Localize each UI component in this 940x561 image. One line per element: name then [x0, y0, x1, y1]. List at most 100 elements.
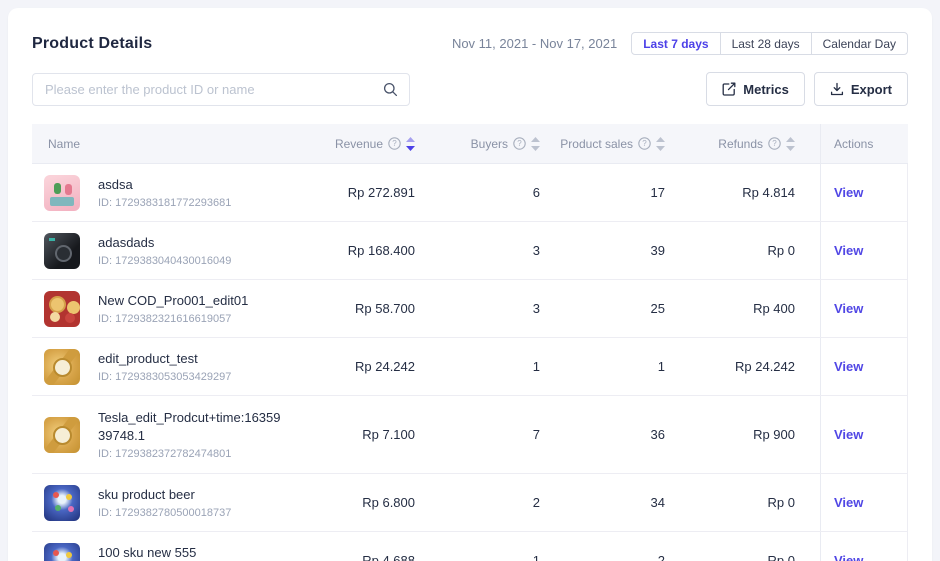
revenue-value: Rp 4.688: [295, 553, 415, 561]
product-sales-value: 17: [540, 185, 665, 200]
view-link[interactable]: View: [834, 359, 863, 374]
refunds-value: Rp 24.242: [665, 359, 820, 374]
product-thumbnail: [44, 543, 80, 561]
revenue-value: Rp 58.700: [295, 301, 415, 316]
column-label-refunds: Refunds: [718, 137, 763, 151]
column-header-product-sales[interactable]: Product sales ?: [540, 137, 665, 151]
view-link[interactable]: View: [834, 185, 863, 200]
metrics-button[interactable]: Metrics: [706, 72, 805, 106]
buyers-value: 7: [415, 427, 540, 442]
product-id: ID: 1729383040430016049: [98, 255, 231, 267]
export-button-label: Export: [851, 82, 892, 97]
range-last-28-days[interactable]: Last 28 days: [720, 32, 812, 55]
export-button[interactable]: Export: [814, 72, 908, 106]
table-header: Name Revenue ? Buyers ?: [32, 124, 908, 164]
view-link[interactable]: View: [834, 243, 863, 258]
product-name: sku product beer: [98, 486, 231, 504]
buyers-value: 2: [415, 495, 540, 510]
product-name: edit_product_test: [98, 350, 231, 368]
refunds-value: Rp 0: [665, 553, 820, 561]
search-icon[interactable]: [383, 82, 398, 97]
toolbar-buttons: Metrics Export: [706, 72, 908, 106]
revenue-value: Rp 168.400: [295, 243, 415, 258]
toolbar: Metrics Export: [8, 72, 932, 106]
sort-control-revenue[interactable]: [406, 137, 415, 151]
help-icon[interactable]: ?: [513, 137, 526, 150]
product-name: Tesla_edit_Prodcut+time:1635939748.1: [98, 409, 281, 444]
refunds-value: Rp 900: [665, 427, 820, 442]
revenue-value: Rp 272.891: [295, 185, 415, 200]
table-row: New COD_Pro001_edit01 ID: 17293823216166…: [32, 280, 908, 338]
table-row: sku product beer ID: 1729382780500018737…: [32, 474, 908, 532]
svg-text:?: ?: [772, 139, 777, 148]
sort-control-refunds[interactable]: [786, 137, 795, 151]
range-calendar-day[interactable]: Calendar Day: [811, 32, 908, 55]
revenue-value: Rp 6.800: [295, 495, 415, 510]
buyers-value: 6: [415, 185, 540, 200]
date-range-switcher: Last 7 days Last 28 days Calendar Day: [631, 32, 908, 55]
table-row: asdsa ID: 1729383181772293681 Rp 272.891…: [32, 164, 908, 222]
column-header-revenue[interactable]: Revenue ?: [295, 137, 415, 151]
table-row: adasdads ID: 1729383040430016049 Rp 168.…: [32, 222, 908, 280]
product-id: ID: 1729382372782474801: [98, 448, 281, 460]
product-name: 100 sku new 555: [98, 544, 231, 561]
column-label-actions: Actions: [834, 137, 873, 151]
column-header-name: Name: [32, 137, 295, 151]
product-id: ID: 1729382780500018737: [98, 507, 231, 519]
buyers-value: 3: [415, 243, 540, 258]
help-icon[interactable]: ?: [768, 137, 781, 150]
page-title: Product Details: [32, 35, 152, 53]
column-header-buyers[interactable]: Buyers ?: [415, 137, 540, 151]
table-row: 100 sku new 555 ID: 1729382780500018738 …: [32, 532, 908, 561]
column-header-actions: Actions: [820, 124, 908, 163]
column-label-buyers: Buyers: [471, 137, 508, 151]
product-sales-value: 34: [540, 495, 665, 510]
svg-text:?: ?: [642, 139, 647, 148]
product-name: asdsa: [98, 176, 231, 194]
product-sales-value: 36: [540, 427, 665, 442]
view-link[interactable]: View: [834, 301, 863, 316]
buyers-value: 3: [415, 301, 540, 316]
range-last-7-days[interactable]: Last 7 days: [631, 32, 720, 55]
search-input[interactable]: [32, 73, 410, 106]
product-thumbnail: [44, 417, 80, 453]
view-link[interactable]: View: [834, 495, 863, 510]
product-sales-value: 2: [540, 553, 665, 561]
product-name: New COD_Pro001_edit01: [98, 292, 248, 310]
column-label-revenue: Revenue: [335, 137, 383, 151]
download-icon: [830, 82, 844, 96]
product-thumbnail: [44, 349, 80, 385]
svg-text:?: ?: [517, 139, 522, 148]
help-icon[interactable]: ?: [638, 137, 651, 150]
revenue-value: Rp 24.242: [295, 359, 415, 374]
column-label-product-sales: Product sales: [560, 137, 633, 151]
refunds-value: Rp 0: [665, 243, 820, 258]
product-thumbnail: [44, 291, 80, 327]
view-link[interactable]: View: [834, 553, 863, 561]
date-controls: Nov 11, 2021 - Nov 17, 2021 Last 7 days …: [452, 32, 908, 55]
edit-square-icon: [722, 82, 736, 96]
buyers-value: 1: [415, 359, 540, 374]
buyers-value: 1: [415, 553, 540, 561]
sort-control-buyers[interactable]: [531, 137, 540, 151]
product-sales-value: 39: [540, 243, 665, 258]
date-range-label: Nov 11, 2021 - Nov 17, 2021: [452, 36, 617, 51]
product-name: adasdads: [98, 234, 231, 252]
sort-control-product-sales[interactable]: [656, 137, 665, 151]
column-header-refunds[interactable]: Refunds ?: [665, 137, 820, 151]
product-table: Name Revenue ? Buyers ?: [32, 124, 908, 561]
product-thumbnail: [44, 233, 80, 269]
product-details-card: Product Details Nov 11, 2021 - Nov 17, 2…: [8, 8, 932, 561]
svg-text:?: ?: [392, 139, 397, 148]
table-row: Tesla_edit_Prodcut+time:1635939748.1 ID:…: [32, 396, 908, 474]
metrics-button-label: Metrics: [743, 82, 789, 97]
help-icon[interactable]: ?: [388, 137, 401, 150]
product-sales-value: 1: [540, 359, 665, 374]
product-id: ID: 1729382321616619057: [98, 313, 248, 325]
refunds-value: Rp 0: [665, 495, 820, 510]
product-thumbnail: [44, 485, 80, 521]
product-sales-value: 25: [540, 301, 665, 316]
product-search: [32, 73, 410, 106]
product-thumbnail: [44, 175, 80, 211]
view-link[interactable]: View: [834, 427, 863, 442]
